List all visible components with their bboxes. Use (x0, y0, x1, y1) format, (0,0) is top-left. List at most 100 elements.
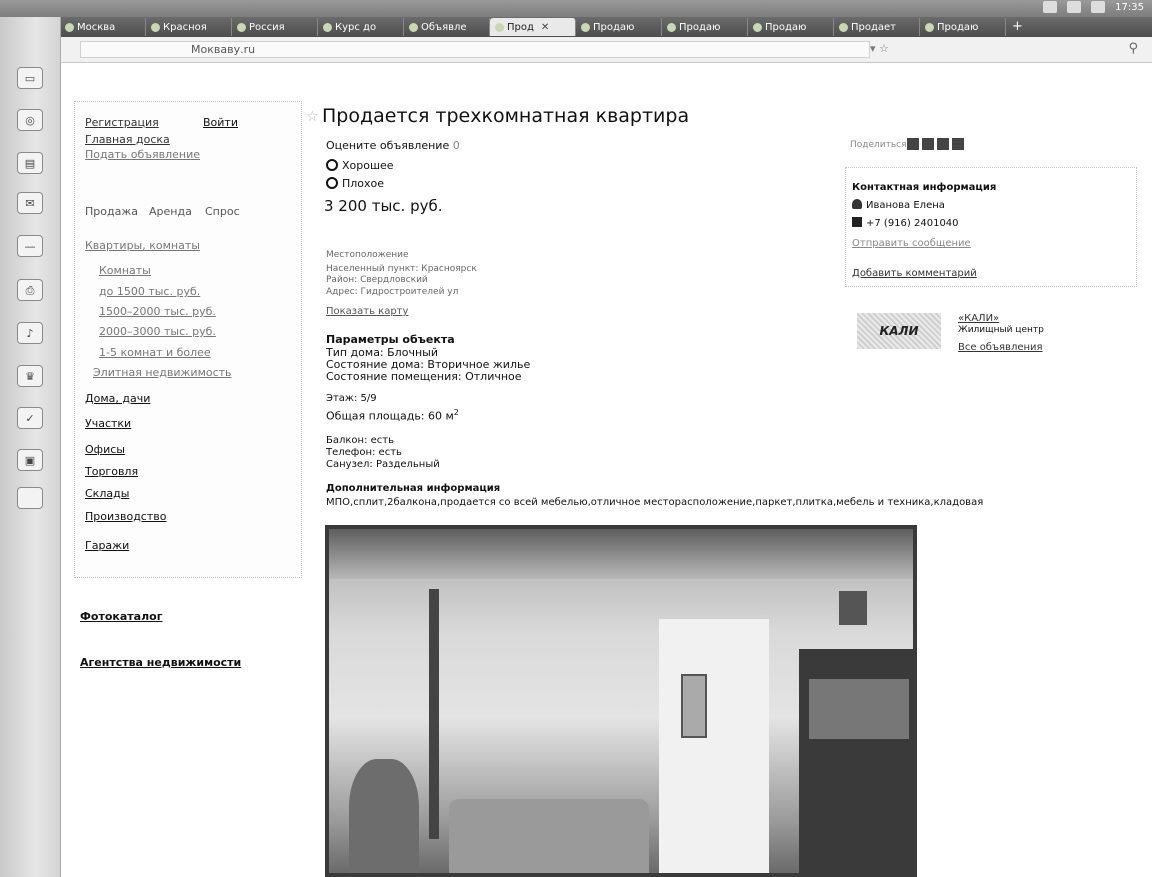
mail-app-icon[interactable]: ✉ (17, 192, 43, 214)
favicon-icon (409, 22, 418, 32)
share-ok-icon[interactable] (952, 138, 964, 150)
photo-ceiling (329, 529, 913, 579)
share-mail-icon[interactable] (937, 138, 949, 150)
category-offices[interactable]: Офисы (85, 443, 125, 456)
tab-11[interactable]: Продаю (920, 18, 1006, 36)
tab-5[interactable]: Объявле (404, 18, 490, 36)
blank-doc-icon[interactable] (17, 487, 43, 509)
extra-line: Телефон: есть (326, 447, 402, 458)
subcategory-rooms[interactable]: Комнаты (99, 264, 151, 277)
agency-name-link[interactable]: «КАЛИ» (958, 313, 999, 324)
tab-7[interactable]: Продаю (576, 18, 662, 36)
phone-icon (852, 217, 862, 227)
tab-demand[interactable]: Спрос (205, 205, 240, 218)
vote-good-button[interactable]: Хорошее (326, 159, 394, 172)
extra-line: Санузел: Раздельный (326, 459, 440, 470)
tab-6-active[interactable]: Прод ✕ (490, 18, 576, 36)
category-retail[interactable]: Торговля (85, 465, 138, 478)
tab-2[interactable]: Красноя (146, 18, 232, 36)
agency-all-ads-link[interactable]: Все объявления (958, 342, 1043, 353)
volume-icon[interactable] (1091, 1, 1106, 13)
category-flats[interactable]: Квартиры, комнаты (85, 239, 200, 252)
search-icon[interactable]: ⚲ (1128, 41, 1138, 56)
login-button[interactable]: Войти (203, 116, 238, 129)
category-houses[interactable]: Дома, дачи (85, 392, 150, 405)
favicon-icon (323, 22, 332, 32)
agencies-link[interactable]: Агентства недвижимости (80, 656, 241, 669)
category-production[interactable]: Производство (85, 510, 166, 523)
tab-1[interactable]: Москва (60, 18, 146, 36)
terminal-icon[interactable]: — (17, 235, 43, 257)
sidebar-panel: Регистрация Войти Главная доска Подать о… (74, 101, 302, 578)
subcategory-price-2[interactable]: 1500–2000 тыс. руб. (99, 305, 216, 318)
contact-heading: Контактная информация (852, 182, 997, 193)
agency-logo[interactable]: КАЛИ (857, 313, 941, 349)
contact-box: Контактная информация Иванова Елена +7 (… (845, 167, 1137, 287)
tab-4[interactable]: Курс до (318, 18, 404, 36)
listing-photo[interactable] (325, 525, 917, 877)
total-area: Общая площадь: 60 м2 (326, 408, 459, 423)
bookmark-star-icon[interactable]: ▾ ☆ (870, 42, 889, 55)
photo-picture (839, 591, 867, 625)
system-tray: 17:35 (1043, 1, 1144, 13)
photo-catalog-link[interactable]: Фотокаталог (80, 610, 162, 623)
browser-icon[interactable]: ◎ (17, 109, 43, 131)
tab-sale[interactable]: Продажа (85, 205, 138, 218)
clock[interactable]: 17:35 (1115, 2, 1144, 13)
share-vk-icon[interactable] (907, 138, 919, 150)
register-link[interactable]: Регистрация (85, 116, 159, 129)
tab-rent[interactable]: Аренда (149, 205, 192, 218)
share-label: Поделиться (850, 140, 907, 150)
send-message-link[interactable]: Отправить сообщение (852, 238, 971, 249)
music-icon[interactable]: ♪ (17, 322, 43, 344)
crown-icon[interactable]: ♛ (17, 365, 43, 387)
favicon-icon (495, 22, 504, 32)
category-warehouses[interactable]: Склады (85, 487, 129, 500)
tab-8[interactable]: Продаю (662, 18, 748, 36)
os-top-bar: 17:35 (0, 0, 1152, 17)
person-icon (852, 199, 862, 209)
photo-shelf (809, 679, 909, 739)
add-comment-link[interactable]: Добавить комментарий (852, 268, 977, 279)
show-map-link[interactable]: Показать карту (326, 306, 408, 317)
category-plots[interactable]: Участки (85, 417, 131, 430)
location-line: Населенный пункт: Красноярск (326, 264, 477, 274)
favicon-icon (151, 22, 160, 32)
params-heading: Параметры объекта (326, 333, 455, 346)
close-icon[interactable]: ✕ (541, 22, 549, 33)
address-bar[interactable]: Мокваву.ru (80, 41, 870, 58)
favicon-icon (925, 22, 934, 32)
document-icon[interactable]: ▤ (17, 152, 43, 174)
tab-10[interactable]: Продает (834, 18, 920, 36)
subcategory-price-3[interactable]: 2000–3000 тыс. руб. (99, 325, 216, 338)
tab-3[interactable]: Россия (232, 18, 318, 36)
network-icon[interactable] (1043, 1, 1058, 13)
favicon-icon (753, 22, 762, 32)
new-tab-plus-icon[interactable]: + (1006, 17, 1029, 37)
favorite-star-icon[interactable]: ☆ (306, 109, 319, 125)
photo-wall (659, 619, 769, 873)
favicon-icon (667, 22, 676, 32)
printer-icon[interactable]: ⎙ (17, 279, 43, 301)
photo-window (681, 674, 707, 738)
contact-phone: +7 (916) 2401040 (852, 217, 959, 229)
subcategory-elite[interactable]: Элитная недвижимость (93, 366, 232, 379)
files-icon[interactable]: ▭ (17, 67, 43, 89)
favicon-icon (581, 22, 590, 32)
mail-icon[interactable] (1067, 1, 1082, 13)
check-icon[interactable]: ✓ (17, 407, 43, 429)
vote-bad-button[interactable]: Плохое (326, 177, 384, 190)
rate-count: 0 (452, 139, 460, 152)
agency-type: Жилищный центр (958, 325, 1044, 335)
thumbs-up-icon (326, 159, 338, 171)
share-fb-icon[interactable] (922, 138, 934, 150)
subcategory-rooms-count[interactable]: 1-5 комнат и более (99, 346, 211, 359)
subcategory-price-1[interactable]: до 1500 тыс. руб. (99, 285, 200, 298)
favicon-icon (237, 22, 246, 32)
image-viewer-icon[interactable]: ▣ (17, 449, 43, 471)
board-link[interactable]: Главная доска (85, 133, 170, 146)
category-garages[interactable]: Гаражи (85, 539, 129, 552)
param-line: Состояние помещения: Отличное (326, 370, 522, 383)
tab-9[interactable]: Продаю (748, 18, 834, 36)
post-ad-link[interactable]: Подать объявление (85, 148, 200, 161)
